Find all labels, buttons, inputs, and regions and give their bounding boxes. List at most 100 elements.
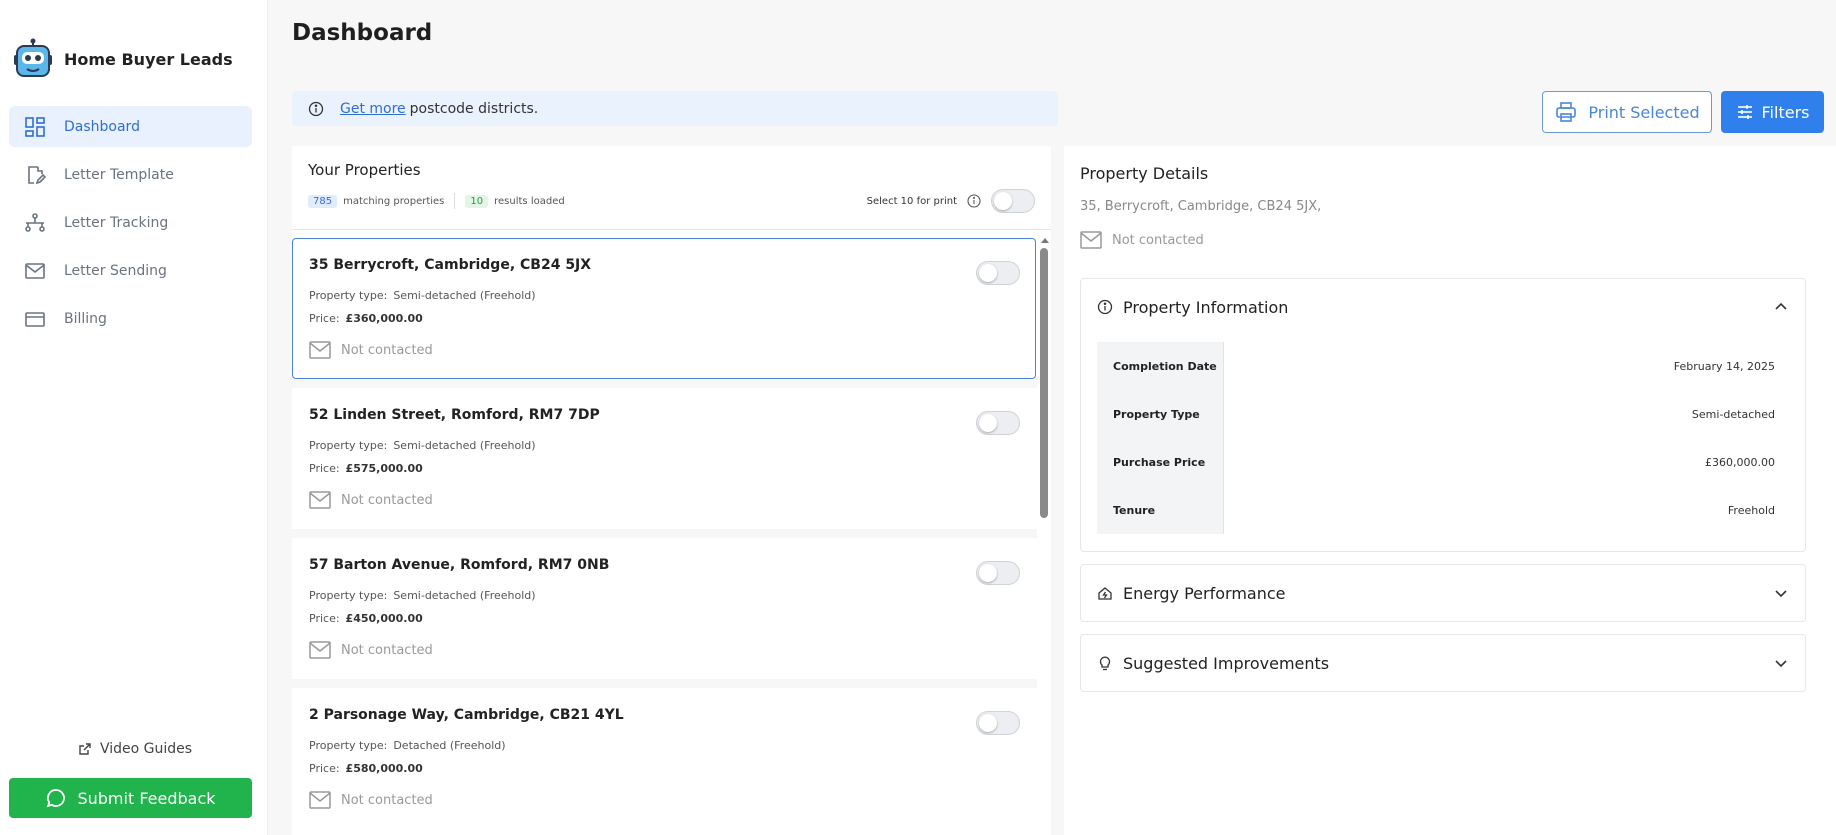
property-information-title: Property Information [1123,297,1289,317]
select-all-toggle[interactable] [991,189,1035,213]
sidebar-item-label: Billing [64,310,107,327]
scroll-up-arrow-icon[interactable] [1041,238,1049,243]
property-type-value: Semi-detached (Freehold) [393,589,536,602]
info-value: Freehold [1727,503,1775,517]
property-address: 52 Linden Street, Romford, RM7 7DP [309,407,600,423]
property-select-toggle[interactable] [976,411,1020,435]
sidebar-item-billing[interactable]: Billing [9,298,252,339]
contact-status: Not contacted [309,491,433,509]
details-status-label: Not contacted [1112,232,1204,248]
brand[interactable]: Home Buyer Leads [12,38,233,80]
properties-title: Your Properties [308,161,421,179]
property-address: 57 Barton Avenue, Romford, RM7 0NB [309,557,610,573]
card-gap [292,679,1037,688]
property-address: 35 Berrycroft, Cambridge, CB24 5JX [309,257,592,273]
mail-icon [309,341,331,359]
matching-label: matching properties [343,195,445,207]
info-key: Purchase Price [1097,438,1224,486]
chevron-down-icon[interactable] [1773,585,1789,601]
property-price: Price: £575,000.00 [309,462,423,475]
suggested-improvements-header[interactable]: Suggested Improvements [1081,635,1805,691]
loaded-label: results loaded [494,195,565,207]
property-type: Property type: Semi-detached (Freehold) [309,289,536,302]
energy-performance-accordion: Energy Performance [1080,564,1806,622]
property-price: Price: £360,000.00 [309,312,423,325]
sidebar-item-label: Letter Tracking [64,214,169,231]
info-icon [308,101,324,116]
property-type-label: Property type: [309,589,388,602]
info-key: Property Type [1097,390,1224,438]
mail-icon [309,491,331,509]
sidebar-item-dashboard[interactable]: Dashboard [9,106,252,147]
filters-label: Filters [1761,102,1810,122]
robot-logo-icon [14,38,52,77]
price-label: Price: [309,762,340,775]
price-value: £580,000.00 [345,762,423,775]
select-for-print: Select 10 for print [867,189,1035,213]
chevron-down-icon[interactable] [1773,655,1789,671]
banner-text: postcode districts. [409,100,539,117]
loaded-count-badge: 10 [465,194,489,208]
property-type-label: Property type: [309,739,388,752]
mail-icon [24,260,46,282]
details-title: Property Details [1080,164,1209,183]
info-icon[interactable] [967,194,981,208]
table-row: Tenure Freehold [1097,486,1791,534]
price-value: £575,000.00 [345,462,423,475]
property-card[interactable]: 2 Parsonage Way, Cambridge, CB21 4YL Pro… [292,688,1036,829]
details-contact-status: Not contacted [1080,231,1204,249]
scrollbar-thumb[interactable] [1040,248,1048,518]
page-title: Dashboard [292,20,433,46]
sidebar-item-letter-sending[interactable]: Letter Sending [9,250,252,291]
dashboard-icon [24,116,46,138]
info-key: Completion Date [1097,342,1224,390]
mail-icon [309,641,331,659]
chevron-up-icon[interactable] [1773,299,1789,315]
property-information-table: Completion Date February 14, 2025 Proper… [1097,342,1791,534]
property-select-toggle[interactable] [976,561,1020,585]
get-more-link[interactable]: Get more [340,101,406,117]
card-gap [292,379,1037,388]
property-select-toggle[interactable] [976,711,1020,735]
sidebar-item-letter-template[interactable]: Letter Template [9,154,252,195]
submit-feedback-button[interactable]: Submit Feedback [9,778,252,818]
property-price: Price: £580,000.00 [309,762,423,775]
contact-status: Not contacted [309,791,433,809]
property-card[interactable]: 52 Linden Street, Romford, RM7 7DP Prope… [292,388,1036,529]
sidebar-nav: Dashboard Letter Template Letter Trackin… [9,106,252,346]
property-list-scrollbar[interactable] [1039,238,1049,835]
contact-status-label: Not contacted [341,342,433,358]
lightbulb-icon [1099,656,1111,671]
print-selected-button[interactable]: Print Selected [1542,91,1712,133]
property-card[interactable]: 35 Berrycroft, Cambridge, CB24 5JX Prope… [292,238,1036,379]
tracking-icon [24,212,46,234]
price-value: £360,000.00 [345,312,423,325]
table-row: Completion Date February 14, 2025 [1097,342,1791,390]
property-type: Property type: Semi-detached (Freehold) [309,589,536,602]
info-value: £360,000.00 [1705,455,1775,469]
mail-icon [1080,231,1102,249]
printer-icon [1556,102,1577,122]
sidebar-item-label: Letter Template [64,166,174,183]
suggested-improvements-accordion: Suggested Improvements [1080,634,1806,692]
property-card[interactable]: 57 Barton Avenue, Romford, RM7 0NB Prope… [292,538,1036,679]
filters-button[interactable]: Filters [1721,91,1824,133]
info-banner: Get more postcode districts. [292,91,1058,126]
app-name: Home Buyer Leads [64,49,233,69]
energy-house-icon [1098,587,1112,600]
contact-status: Not contacted [309,341,433,359]
property-select-toggle[interactable] [976,261,1020,285]
info-key: Tenure [1097,486,1224,534]
table-row: Property Type Semi-detached [1097,390,1791,438]
energy-performance-title: Energy Performance [1123,583,1286,603]
energy-performance-header[interactable]: Energy Performance [1081,565,1805,621]
chat-bubble-icon [47,789,66,808]
sidebar-item-letter-tracking[interactable]: Letter Tracking [9,202,252,243]
property-address: 2 Parsonage Way, Cambridge, CB21 4YL [309,707,624,723]
property-price: Price: £450,000.00 [309,612,423,625]
card-gap [292,529,1037,538]
sliders-icon [1737,105,1752,119]
video-guides-link[interactable]: Video Guides [78,741,192,757]
property-information-header[interactable]: Property Information [1081,279,1805,335]
price-label: Price: [309,612,340,625]
